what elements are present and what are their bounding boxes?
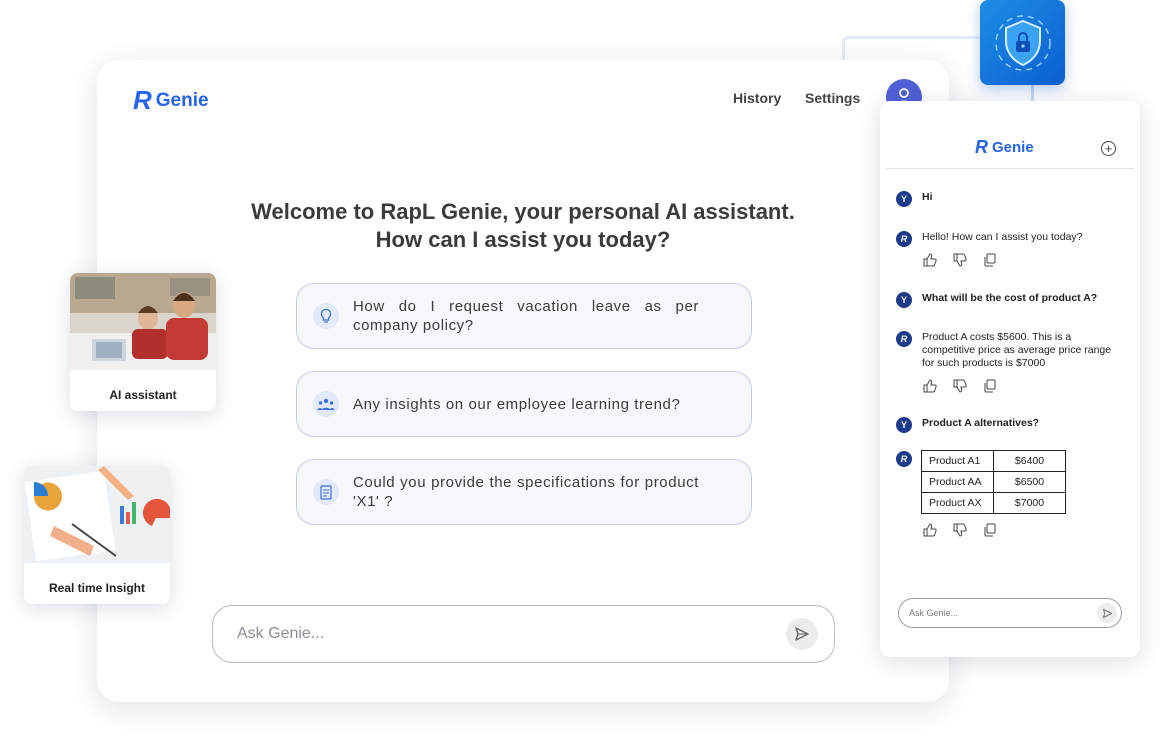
message-text: What will be the cost of product A? [922, 292, 1098, 304]
genie-logo-name: Genie [155, 89, 209, 111]
genie-bot-icon: R [896, 451, 912, 467]
chat-divider [886, 168, 1134, 169]
genie-logo-name: Genie [992, 139, 1034, 156]
classroom-photo [70, 273, 216, 370]
chat-message-user: Y What will be the cost of product A? [896, 292, 1118, 308]
table-row: Product A1 $6400 [921, 450, 1066, 472]
copy-icon[interactable] [983, 379, 997, 393]
send-button[interactable] [786, 618, 818, 650]
message-actions [923, 523, 997, 537]
table-cell-product: Product A1 [921, 450, 994, 472]
message-actions [923, 379, 997, 393]
security-badge [980, 0, 1065, 85]
suggestion-vacation-leave[interactable]: How do I request vacation leave as per c… [296, 283, 752, 349]
message-text: Product A alternatives? [922, 417, 1040, 429]
thumbs-up-icon[interactable] [923, 253, 937, 267]
chat-message-user: Y Hi [896, 191, 1118, 207]
team-icon [313, 391, 339, 417]
genie-logo-mark: R [133, 85, 152, 115]
suggestion-text: Could you provide the specifications for… [353, 474, 699, 510]
table-cell-product: Product AA [921, 471, 994, 493]
suggestion-product-specs[interactable]: Could you provide the specifications for… [296, 459, 752, 525]
chat-message-bot: R Product A costs $5600. This is a compe… [896, 331, 1118, 370]
genie-bot-icon: R [896, 231, 912, 247]
welcome-heading: Welcome to RapL Genie, your personal AI … [97, 198, 949, 254]
new-chat-plus-icon[interactable]: + [1101, 141, 1116, 156]
chat-ask-bar [898, 598, 1122, 628]
table-row: Product AA $6500 [921, 471, 1066, 493]
thumbs-down-icon[interactable] [953, 379, 967, 393]
nav-history[interactable]: History [733, 90, 781, 106]
chat-genie-logo: R Genie [975, 137, 1034, 158]
ask-genie-input[interactable] [237, 625, 786, 643]
message-text: Hi [922, 191, 933, 203]
user-badge-icon: Y [896, 292, 912, 308]
thumbs-up-icon[interactable] [923, 523, 937, 537]
thumbs-down-icon[interactable] [953, 253, 967, 267]
welcome-line-1: Welcome to RapL Genie, your personal AI … [251, 199, 795, 224]
thumbs-up-icon[interactable] [923, 379, 937, 393]
real-time-insight-label: Real time Insight [48, 581, 146, 595]
message-text: Hello! How can I assist you today? [922, 231, 1083, 243]
shield-lock-icon [994, 14, 1051, 71]
suggestion-text: How do I request vacation leave as per c… [353, 298, 699, 334]
table-cell-price: $7000 [993, 492, 1066, 514]
genie-logo[interactable]: R Genie [133, 85, 209, 116]
chat-panel: R Genie + Y Hi R Hello! How can I assist… [880, 101, 1140, 657]
table-cell-price: $6400 [993, 450, 1066, 472]
lightbulb-icon [313, 303, 339, 329]
main-window: R Genie History Settings Welcome to RapL… [97, 60, 949, 702]
ai-assistant-card: AI assistant [70, 273, 216, 411]
document-icon [313, 479, 339, 505]
send-icon [795, 627, 809, 641]
message-actions [923, 253, 997, 267]
genie-bot-icon: R [896, 331, 912, 347]
copy-icon[interactable] [983, 523, 997, 537]
table-cell-price: $6500 [993, 471, 1066, 493]
analytics-photo [24, 466, 170, 563]
real-time-insight-card: Real time Insight [24, 466, 170, 604]
alternatives-table: Product A1 $6400 Product AA $6500 Produc… [921, 450, 1066, 514]
suggestion-text: Any insights on our employee learning tr… [353, 395, 681, 413]
chat-message-bot: R Hello! How can I assist you today? [896, 231, 1118, 247]
ask-genie-bar [212, 605, 835, 663]
chat-ask-input[interactable] [909, 608, 1097, 618]
welcome-line-2: How can I assist you today? [375, 227, 671, 252]
table-row: Product AX $7000 [921, 492, 1066, 514]
suggestion-learning-trend[interactable]: Any insights on our employee learning tr… [296, 371, 752, 437]
user-badge-icon: Y [896, 191, 912, 207]
nav-settings[interactable]: Settings [805, 90, 860, 106]
send-icon [1102, 608, 1112, 618]
table-cell-product: Product AX [921, 492, 994, 514]
chat-send-button[interactable] [1097, 603, 1117, 623]
chat-message-user: Y Product A alternatives? [896, 417, 1118, 433]
message-text: Product A costs $5600. This is a competi… [922, 331, 1112, 369]
genie-logo-mark: R [975, 137, 988, 157]
ai-assistant-label: AI assistant [109, 388, 177, 402]
user-badge-icon: Y [896, 417, 912, 433]
copy-icon[interactable] [983, 253, 997, 267]
thumbs-down-icon[interactable] [953, 523, 967, 537]
